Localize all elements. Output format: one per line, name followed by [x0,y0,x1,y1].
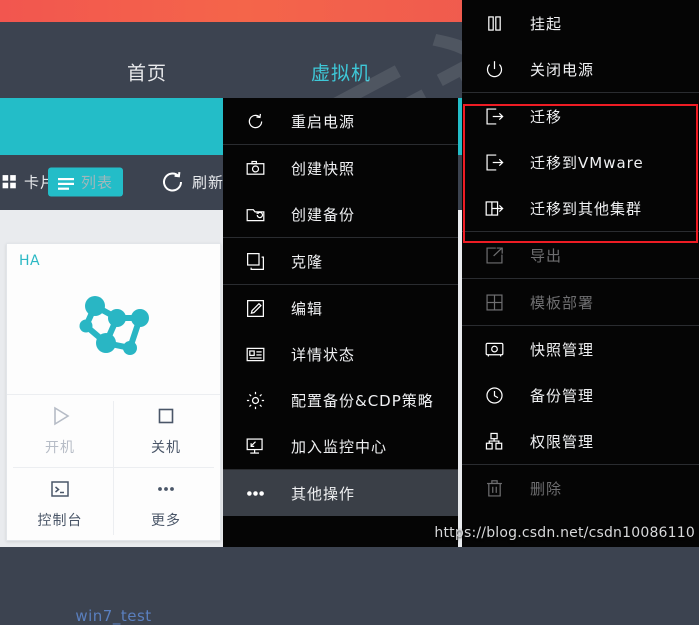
menu-item-2[interactable]: 关闭电源 [462,46,699,92]
menu-item-label: 创建备份 [291,205,356,224]
menu-item-10[interactable]: 权限管理 [462,418,699,464]
menu-item-label: 关闭电源 [530,60,595,79]
refresh-label: 刷新 [192,173,225,192]
menu-item-9[interactable]: 其他操作 [223,470,458,516]
menu-item-8[interactable]: 加入监控中心 [223,423,458,469]
vm-action-more[interactable]: 更多 [113,468,219,540]
menu-item-8[interactable]: 快照管理 [462,326,699,372]
ellipsis-icon [243,481,267,505]
menu-item-1[interactable]: 挂起 [462,0,699,46]
menu-item-label: 导出 [530,246,563,265]
menu-item-label: 详情状态 [291,345,356,364]
migrate-icon [482,104,506,128]
menu-item-1[interactable]: 重启电源 [223,98,458,144]
menu-item-label: 挂起 [530,14,563,33]
list-lines-icon [58,176,74,190]
menu-item-label: 重启电源 [291,112,356,131]
menu-item-label: 迁移到其他集群 [530,199,643,218]
menu-item-label: 克隆 [291,252,324,271]
view-mode-list-label: 列表 [81,173,114,192]
menu-item-label: 迁移到VMware [530,153,644,172]
menu-item-label: 迁移 [530,107,563,126]
nav-item-virtual-machine[interactable]: 虚拟机 [311,59,371,86]
menu-item-5[interactable]: 迁移到其他集群 [462,185,699,231]
vm-action-power-on[interactable]: 开机 [7,395,113,467]
menu-item-4[interactable]: 克隆 [223,238,458,284]
vm-action-power-on-label: 开机 [45,440,75,456]
permission-icon [482,429,506,453]
clone-icon [243,249,267,273]
trash-icon [482,476,506,500]
menu-item-9[interactable]: 备份管理 [462,372,699,418]
vm-action-console[interactable]: 控制台 [7,468,113,540]
power-icon [482,57,506,81]
monitor-icon [243,434,267,458]
menu-item-label: 删除 [530,479,563,498]
menu-item-6[interactable]: 详情状态 [223,331,458,377]
ellipsis-icon [155,478,177,504]
menu-item-label: 配置备份&CDP策略 [291,391,434,410]
vm-action-power-off[interactable]: 关机 [113,395,219,467]
vm-action-power-off-label: 关机 [151,440,181,456]
nav-item-home[interactable]: 首页 [127,59,167,86]
ha-badge: HA [19,253,41,269]
view-mode-list-button[interactable]: 列表 [48,167,124,197]
gear-icon [243,388,267,412]
stop-square-icon [155,405,177,431]
menu-item-label: 快照管理 [530,340,595,359]
migrate-icon [482,150,506,174]
template-icon [482,290,506,314]
watermark-url: https://blog.csdn.net/csdn10086110 [434,525,695,541]
vm-action-more-label: 更多 [151,513,181,529]
restart-icon [243,109,267,133]
vm-network-logo-icon [70,286,158,374]
play-icon [49,405,71,431]
card-grid-icon [2,175,17,190]
refresh-button[interactable]: 刷新 [160,170,224,195]
migrate-cluster-icon [482,196,506,220]
edit-icon [243,296,267,320]
export-icon [482,243,506,267]
menu-item-label: 备份管理 [530,386,595,405]
menu-item-5[interactable]: 编辑 [223,285,458,331]
menu-item-label: 加入监控中心 [291,437,388,456]
menu-item-7: 模板部署 [462,279,699,325]
history-icon [482,383,506,407]
pause-icon [482,11,506,35]
details-icon [243,342,267,366]
camera-icon [243,156,267,180]
backup-icon [243,202,267,226]
refresh-icon [160,170,185,195]
vm-name-label: win7_test [75,607,152,625]
menu-item-7[interactable]: 配置备份&CDP策略 [223,377,458,423]
menu-item-label: 权限管理 [530,432,595,451]
vm-context-menu[interactable]: 重启电源创建快照创建备份克隆编辑详情状态配置备份&CDP策略 加入监控中心 其他操作 [223,98,458,547]
vm-action-grid: 开机 关机 控制台 更多 [7,395,220,540]
menu-item-3[interactable]: 创建备份 [223,191,458,237]
menu-item-label: 编辑 [291,299,324,318]
menu-item-2[interactable]: 创建快照 [223,145,458,191]
menu-item-label: 其他操作 [291,484,356,503]
console-icon [49,478,71,504]
menu-item-11: 删除 [462,465,699,511]
vm-action-console-label: 控制台 [37,513,83,529]
menu-item-6: 导出 [462,232,699,278]
menu-item-4[interactable]: 迁移到VMware [462,139,699,185]
menu-item-3[interactable]: 迁移 [462,93,699,139]
menu-item-label: 模板部署 [530,293,595,312]
menu-item-label: 创建快照 [291,159,356,178]
vm-card[interactable]: HA win7_test 开机 关机 控制台 更多 [6,243,221,625]
vm-other-operations-submenu[interactable]: 挂起关闭电源迁移迁移到VMware 迁移到其他集群 导出模板部署快照管理备份管理权限… [462,0,699,547]
snapshot-icon [482,337,506,361]
